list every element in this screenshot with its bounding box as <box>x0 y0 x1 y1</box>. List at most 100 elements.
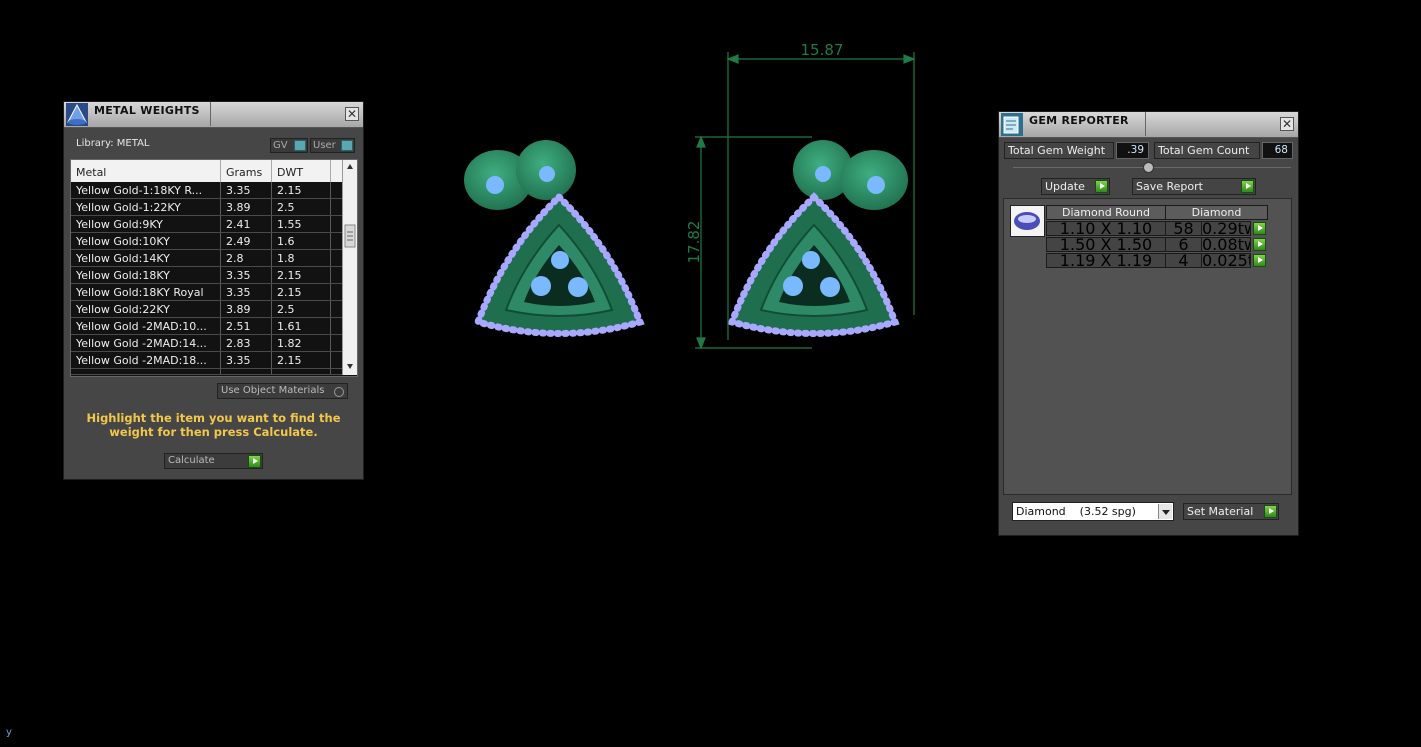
gem-stone <box>539 166 555 182</box>
table-row[interactable]: Yellow Gold -2MAD:14... 2.83 1.82 <box>71 335 357 352</box>
table-cell-cutoff <box>272 369 331 374</box>
calculate-label: Calculate <box>168 455 215 466</box>
table-row[interactable]: Yellow Gold:22KY 3.89 2.5 <box>71 301 357 318</box>
gv-toggle-label: GV <box>273 140 288 151</box>
play-arrow-icon <box>1095 180 1108 193</box>
grams-cell: 2.49 <box>221 233 272 249</box>
toggle-knob-icon <box>341 140 353 151</box>
metal-cell: Yellow Gold:9KY <box>71 216 221 232</box>
table-row[interactable]: Yellow Gold:18KY 3.35 2.15 <box>71 267 357 284</box>
total-gem-count-label: Total Gem Count <box>1154 142 1260 159</box>
column-header-metal[interactable]: Metal <box>71 160 221 182</box>
dwt-cell: 2.15 <box>272 182 331 198</box>
metal-cell: Yellow Gold-1:22KY <box>71 199 221 215</box>
dwt-cell: 1.61 <box>272 318 331 334</box>
scroll-down-icon <box>347 364 353 369</box>
metal-cell: Yellow Gold:14KY <box>71 250 221 266</box>
column-header-dwt[interactable]: DWT <box>272 160 331 182</box>
gem-weight-cell: 0.29tw <box>1201 221 1251 236</box>
grams-cell: 3.35 <box>221 284 272 300</box>
use-object-materials-label: Use Object Materials <box>221 385 325 396</box>
gem-count-cell: 58 <box>1165 221 1202 236</box>
save-report-label: Save Report <box>1136 180 1203 193</box>
cad-viewport[interactable]: 15.87 17.82 <box>440 30 940 360</box>
use-object-materials-toggle[interactable]: Use Object Materials <box>217 383 348 399</box>
scrollbar-graphic <box>344 164 356 369</box>
gem-row-select-arrow-icon[interactable] <box>1253 222 1266 235</box>
gem-size-cell: 1.10 X 1.10 <box>1046 221 1166 236</box>
metal-cell: Yellow Gold:18KY Royal <box>71 284 221 300</box>
metal-weights-title: METAL WEIGHTS <box>94 104 200 117</box>
dwt-cell: 2.5 <box>272 199 331 215</box>
metal-table: Metal Grams DWT Yellow Gold-1:18KY R... 3… <box>70 159 358 377</box>
chevron-down-icon <box>1158 504 1172 519</box>
table-cell-cutoff <box>71 369 221 374</box>
height-dimension-label: 17.82 <box>685 221 703 264</box>
library-label: Library: METAL <box>76 138 150 149</box>
dwt-cell: 1.55 <box>272 216 331 232</box>
play-arrow-icon <box>248 455 261 468</box>
update-button[interactable]: Update <box>1041 178 1110 195</box>
table-row[interactable]: Yellow Gold-1:18KY R... 3.35 2.15 <box>71 182 357 199</box>
gem-count-cell: 4 <box>1165 253 1202 268</box>
gem-count-cell: 6 <box>1165 237 1202 252</box>
gem-row-select-arrow-icon[interactable] <box>1253 254 1266 267</box>
scroll-up-icon <box>347 164 353 169</box>
table-row[interactable]: Yellow Gold:9KY 2.41 1.55 <box>71 216 357 233</box>
dwt-cell: 1.82 <box>272 335 331 351</box>
diamond-thumbnail[interactable] <box>1010 205 1045 237</box>
gem-table-header-shape: Diamond Round <box>1046 205 1166 220</box>
user-toggle-label: User <box>313 140 336 151</box>
gem-reporter-panel: GEM REPORTER ✕ Total Gem Weight .39 Tota… <box>998 111 1299 536</box>
toggle-knob-icon <box>294 140 306 151</box>
gem-reporter-titlebar[interactable]: GEM REPORTER ✕ <box>999 112 1298 138</box>
metal-weights-app-icon <box>66 103 88 126</box>
update-label: Update <box>1045 180 1085 193</box>
table-row[interactable]: Yellow Gold:14KY 2.8 1.8 <box>71 250 357 267</box>
grams-cell: 2.83 <box>221 335 272 351</box>
gem-stone <box>815 166 831 182</box>
gv-toggle[interactable]: GV <box>270 138 308 153</box>
metal-cell: Yellow Gold -2MAD:18... <box>71 352 221 368</box>
metal-cell: Yellow Gold:22KY <box>71 301 221 317</box>
round-diamond-icon <box>1014 212 1040 230</box>
user-toggle[interactable]: User <box>310 138 355 153</box>
close-icon[interactable]: ✕ <box>345 107 359 121</box>
gem-stone <box>867 176 885 194</box>
gem-stone <box>783 276 803 296</box>
metal-table-scrollbar[interactable] <box>342 160 357 375</box>
splitter-knob-icon[interactable] <box>1143 162 1154 173</box>
width-dimension-label: 15.87 <box>801 41 844 59</box>
play-arrow-icon <box>1264 505 1277 518</box>
total-gem-weight-label: Total Gem Weight <box>1004 142 1114 159</box>
calculate-button[interactable]: Calculate <box>164 453 263 469</box>
table-row[interactable]: Yellow Gold -2MAD:18... 3.35 2.15 <box>71 352 357 369</box>
dwt-cell: 1.8 <box>272 250 331 266</box>
grams-cell: 3.89 <box>221 301 272 317</box>
material-select[interactable]: Diamond (3.52 spg) <box>1012 502 1174 521</box>
table-row[interactable]: Yellow Gold:10KY 2.49 1.6 <box>71 233 357 250</box>
grams-cell: 3.89 <box>221 199 272 215</box>
metal-cell: Yellow Gold-1:18KY R... <box>71 182 221 198</box>
metal-weights-panel: METAL WEIGHTS ✕ Library: METAL GV User M… <box>63 101 364 480</box>
column-header-grams[interactable]: Grams <box>221 160 272 182</box>
earring-right[interactable] <box>727 140 908 337</box>
earring-left[interactable] <box>464 140 645 337</box>
table-row[interactable]: Yellow Gold -2MAD:10... 2.51 1.61 <box>71 318 357 335</box>
dwt-cell: 1.6 <box>272 233 331 249</box>
close-icon[interactable]: ✕ <box>1280 117 1294 131</box>
table-row[interactable]: Yellow Gold-1:22KY 3.89 2.5 <box>71 199 357 216</box>
gem-stone <box>802 251 820 269</box>
save-report-button[interactable]: Save Report <box>1132 178 1256 195</box>
metal-cell: Yellow Gold:18KY <box>71 267 221 283</box>
table-row[interactable] <box>71 369 357 375</box>
dwt-cell: 2.15 <box>272 284 331 300</box>
set-material-button[interactable]: Set Material <box>1183 503 1279 520</box>
gem-row-select-arrow-icon[interactable] <box>1253 238 1266 251</box>
metal-weights-titlebar[interactable]: METAL WEIGHTS ✕ <box>64 102 363 128</box>
table-row[interactable]: Yellow Gold:18KY Royal 3.35 2.15 <box>71 284 357 301</box>
grams-cell: 3.35 <box>221 267 272 283</box>
gem-stone <box>568 277 588 297</box>
set-material-label: Set Material <box>1187 505 1254 518</box>
metal-table-header: Metal Grams DWT <box>71 160 357 182</box>
